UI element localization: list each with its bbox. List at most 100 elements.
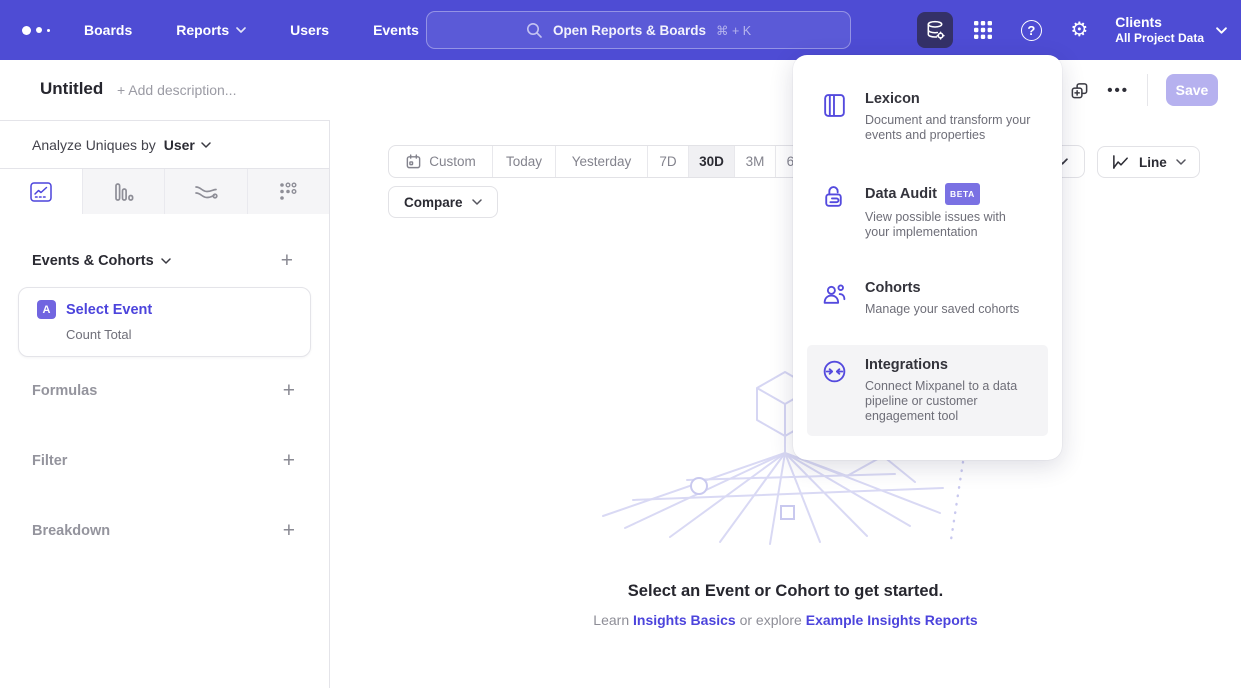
report-canvas: Custom Today Yesterday 7D 30D 3M 6M Comp… xyxy=(330,120,1241,688)
date-range-30d[interactable]: 30D xyxy=(689,146,735,177)
save-button[interactable]: Save xyxy=(1166,74,1218,106)
example-reports-link[interactable]: Example Insights Reports xyxy=(806,612,978,628)
menu-item-title: Integrations xyxy=(865,357,948,374)
search-placeholder: Open Reports & Boards xyxy=(553,23,706,38)
settings-gear-icon: ⚙ xyxy=(1070,20,1088,40)
date-range-custom[interactable]: Custom xyxy=(389,146,493,177)
events-cohorts-toggle[interactable]: Events & Cohorts xyxy=(32,253,171,269)
compare-dropdown[interactable]: Compare xyxy=(388,186,498,218)
people-icon xyxy=(821,281,848,308)
add-breakdown-button[interactable]: + xyxy=(283,520,295,541)
tab-flows[interactable] xyxy=(164,169,247,214)
tab-retention[interactable] xyxy=(247,169,330,214)
formulas-section: Formulas + xyxy=(32,380,295,401)
menu-item-description: Connect Mixpanel to a data pipeline or c… xyxy=(865,379,1033,424)
mixpanel-logo-icon[interactable] xyxy=(22,0,50,60)
menu-item-description: View possible issues with your implement… xyxy=(865,210,1033,240)
empty-state-prefix: Learn xyxy=(593,612,633,628)
chart-type-tabs xyxy=(0,168,329,214)
report-title[interactable]: Untitled xyxy=(40,79,103,99)
more-options-button[interactable]: ••• xyxy=(1107,82,1129,99)
empty-state-heading: Select an Event or Cohort to get started… xyxy=(330,582,1241,601)
data-management-dropdown: Lexicon Document and transform your even… xyxy=(793,55,1062,460)
flows-tab-icon xyxy=(193,181,219,203)
date-range-7d[interactable]: 7D xyxy=(648,146,689,177)
add-event-button[interactable]: + xyxy=(281,250,293,271)
primary-nav: Boards Reports Users Events xyxy=(84,0,419,60)
date-range-yesterday[interactable]: Yesterday xyxy=(556,146,648,177)
empty-state-links: Learn Insights Basics or explore Example… xyxy=(330,612,1241,628)
chevron-down-icon xyxy=(161,258,171,264)
add-description-field[interactable]: + Add description... xyxy=(117,82,236,98)
chevron-down-icon xyxy=(201,142,211,148)
top-navigation-bar: Boards Reports Users Events Open Reports… xyxy=(0,0,1241,60)
add-formula-button[interactable]: + xyxy=(283,380,295,401)
chevron-down-icon xyxy=(236,27,246,33)
book-icon xyxy=(821,92,848,119)
tab-bar-chart[interactable] xyxy=(82,169,165,214)
line-chart-icon xyxy=(1111,153,1130,171)
tab-insights-line[interactable] xyxy=(0,169,82,214)
chevron-down-icon xyxy=(472,199,482,205)
retention-tab-icon xyxy=(276,180,300,204)
search-icon xyxy=(526,22,543,39)
data-management-button[interactable] xyxy=(917,12,953,48)
filter-label: Filter xyxy=(32,453,67,469)
filter-section: Filter + xyxy=(32,450,295,471)
toolbar-divider xyxy=(1147,74,1148,106)
events-cohorts-header: Events & Cohorts + xyxy=(32,250,293,271)
project-name: All Project Data xyxy=(1115,31,1204,46)
analyze-row: Analyze Uniques by User xyxy=(0,121,329,168)
menu-item-title: Cohorts xyxy=(865,280,921,297)
nav-item-reports[interactable]: Reports xyxy=(176,22,246,38)
database-gear-icon xyxy=(924,19,947,42)
add-filter-button[interactable]: + xyxy=(283,450,295,471)
duplicate-icon xyxy=(1070,81,1089,100)
line-chart-tab-icon xyxy=(29,181,53,203)
chart-type-dropdown[interactable]: Line xyxy=(1097,146,1200,178)
search-input[interactable]: Open Reports & Boards ⌘ + K xyxy=(426,11,851,49)
breakdown-label: Breakdown xyxy=(32,523,110,539)
help-button[interactable]: ? xyxy=(1013,12,1049,48)
search-shortcut: ⌘ + K xyxy=(716,23,751,38)
menu-item-integrations[interactable]: Integrations Connect Mixpanel to a data … xyxy=(807,345,1048,436)
apps-grid-button[interactable] xyxy=(965,12,1001,48)
chevron-down-icon xyxy=(1216,27,1227,34)
menu-item-lexicon[interactable]: Lexicon Document and transform your even… xyxy=(807,79,1048,155)
chevron-down-icon xyxy=(1176,159,1186,165)
help-icon: ? xyxy=(1021,20,1042,41)
menu-item-cohorts[interactable]: Cohorts Manage your saved cohorts xyxy=(807,268,1048,329)
insights-basics-link[interactable]: Insights Basics xyxy=(633,612,736,628)
nav-right-tools: ? ⚙ Clients All Project Data xyxy=(917,0,1227,60)
menu-item-title: Data Audit xyxy=(865,186,937,203)
project-selector[interactable]: Clients All Project Data xyxy=(1115,14,1227,46)
nav-item-users[interactable]: Users xyxy=(290,22,329,38)
menu-item-description: Document and transform your events and p… xyxy=(865,113,1033,143)
mixpanel-insights-app: Boards Reports Users Events Open Reports… xyxy=(0,0,1241,688)
analyze-label: Analyze Uniques by xyxy=(32,137,156,153)
event-measurement[interactable]: Count Total xyxy=(66,327,310,342)
settings-button[interactable]: ⚙ xyxy=(1061,12,1097,48)
menu-item-description: Manage your saved cohorts xyxy=(865,302,1033,317)
duplicate-button[interactable] xyxy=(1070,81,1089,100)
menu-item-data-audit[interactable]: Data Audit BETA View possible issues wit… xyxy=(807,171,1048,252)
event-series-badge: A xyxy=(37,300,56,319)
query-builder-sidebar: Analyze Uniques by User xyxy=(0,120,330,688)
header-toolbar: ••• Save xyxy=(1070,60,1218,120)
nav-item-events[interactable]: Events xyxy=(373,22,419,38)
menu-item-title: Lexicon xyxy=(865,91,920,108)
empty-state-middle: or explore xyxy=(736,612,806,628)
breakdown-section: Breakdown + xyxy=(32,520,295,541)
apps-grid-icon xyxy=(972,19,994,41)
event-row-card[interactable]: A Select Event Count Total xyxy=(18,287,311,357)
analyze-by-dropdown[interactable]: User xyxy=(164,137,211,153)
select-event-button[interactable]: Select Event xyxy=(66,302,152,318)
date-range-3m[interactable]: 3M xyxy=(735,146,776,177)
beta-badge: BETA xyxy=(945,183,980,205)
lock-icon xyxy=(821,184,846,211)
bar-chart-tab-icon xyxy=(111,180,135,204)
org-name: Clients xyxy=(1115,14,1204,31)
nav-item-boards[interactable]: Boards xyxy=(84,22,132,38)
formulas-label: Formulas xyxy=(32,383,97,399)
date-range-today[interactable]: Today xyxy=(493,146,556,177)
